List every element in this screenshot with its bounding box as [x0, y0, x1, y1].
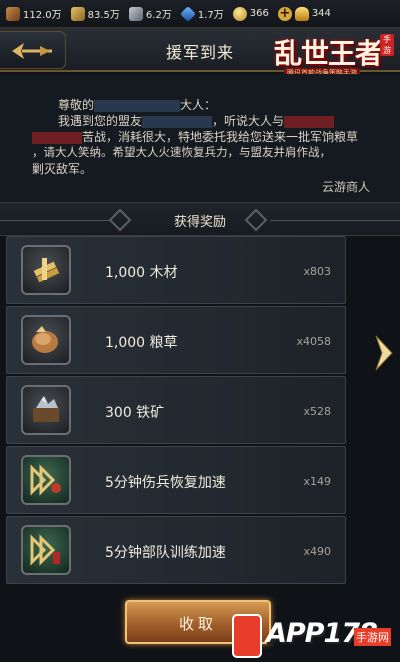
letter-line: ，请大人笑纳。希望大人火速恢复兵力，与盟友并肩作战，	[32, 145, 331, 159]
resource-bar: 112.0万 83.5万 6.2万 1.7万 366 +344	[0, 0, 400, 28]
watermark: APP178 手游网	[232, 612, 400, 662]
redacted-name	[142, 115, 213, 128]
letter-line: 我遇到您的盟友 ，听说大人与	[58, 112, 335, 129]
ingot-icon	[294, 6, 309, 21]
reward-name: 5分钟伤兵恢复加速	[105, 475, 226, 491]
reward-item[interactable]: 1,000 粮草 x4058	[6, 306, 346, 374]
grain-sack-icon	[21, 315, 71, 365]
phone-logo-icon	[232, 614, 262, 658]
resource-value: 6.2万	[145, 10, 172, 21]
reward-name: 5分钟部队训练加速	[105, 545, 226, 561]
resource-wood[interactable]: 112.0万	[6, 6, 62, 21]
grain-icon	[70, 6, 85, 21]
iron-ore-chest-icon	[21, 385, 71, 435]
reward-item[interactable]: 300 铁矿 x528	[6, 376, 346, 444]
letter-panel: 尊敬的 大人： 我遇到您的盟友 ，听说大人与 苦战，消耗很大，特地委托我给您送来一批…	[0, 74, 400, 202]
letter-text: 大人：	[180, 98, 217, 112]
letter-signature: 云游商人	[321, 180, 370, 194]
reward-item[interactable]: 1,000 木材 x803	[6, 236, 346, 304]
coin-icon	[232, 6, 247, 21]
redacted-name	[32, 131, 82, 144]
letter-text: 苦战，消耗很大，特地委托我给您送来一批军饷粮草	[82, 130, 359, 144]
logo-seal: 手游	[380, 34, 394, 56]
reward-name: 300 铁矿	[105, 405, 165, 421]
letter-line: 剿灭敌军。	[32, 162, 93, 176]
resource-value: 366	[249, 8, 269, 19]
logo-text: 乱世王者	[274, 37, 383, 70]
resource-value: 83.5万	[87, 10, 120, 21]
wood-icon	[6, 6, 20, 21]
reward-item[interactable]: 5分钟部队训练加速 x490	[6, 516, 346, 584]
reward-qty: x528	[303, 405, 331, 418]
reward-name: 1,000 木材	[105, 265, 178, 281]
resource-ingot[interactable]: +344	[277, 6, 331, 21]
watermark-sub: 手游网	[354, 628, 391, 646]
reward-qty: x149	[303, 475, 331, 488]
add-ingot-icon[interactable]: +	[277, 6, 292, 21]
resource-value: 1.7万	[197, 10, 224, 21]
reward-qty: x490	[303, 545, 331, 558]
resource-iron[interactable]: 6.2万	[128, 6, 172, 21]
letter-text: 尊敬的	[58, 98, 95, 112]
reward-item[interactable]: 5分钟伤兵恢复加速 x149	[6, 446, 346, 514]
next-arrow-button[interactable]	[372, 330, 396, 376]
reward-qty: x803	[303, 265, 331, 278]
letter-line: 尊敬的 大人：	[58, 96, 216, 113]
reward-name: 1,000 粮草	[105, 335, 178, 351]
train-speedup-icon	[21, 525, 71, 575]
letter-line: 苦战，消耗很大，特地委托我给您送来一批军饷粮草	[32, 128, 358, 145]
iron-icon	[128, 6, 143, 21]
rewards-header: 获得奖励	[0, 202, 400, 236]
resource-crystal[interactable]: 1.7万	[179, 5, 224, 22]
resource-coin[interactable]: 366	[232, 6, 269, 21]
header: 援军到来 乱世王者 手游 腾讯首款战争策略手游	[0, 28, 400, 78]
redacted-name	[94, 99, 181, 112]
letter-text: ，听说大人与	[212, 114, 285, 128]
heal-speedup-icon	[21, 455, 71, 505]
resource-value: 112.0万	[23, 10, 62, 21]
redacted-name	[284, 115, 335, 128]
crystal-icon	[179, 5, 196, 22]
wood-bundle-icon	[21, 245, 71, 295]
chevron-right-icon	[375, 335, 393, 371]
resource-grain[interactable]: 83.5万	[70, 6, 120, 21]
reward-qty: x4058	[296, 335, 331, 348]
resource-value: 344	[311, 8, 331, 19]
divider	[270, 220, 400, 221]
letter-text: 我遇到您的盟友	[58, 114, 143, 128]
